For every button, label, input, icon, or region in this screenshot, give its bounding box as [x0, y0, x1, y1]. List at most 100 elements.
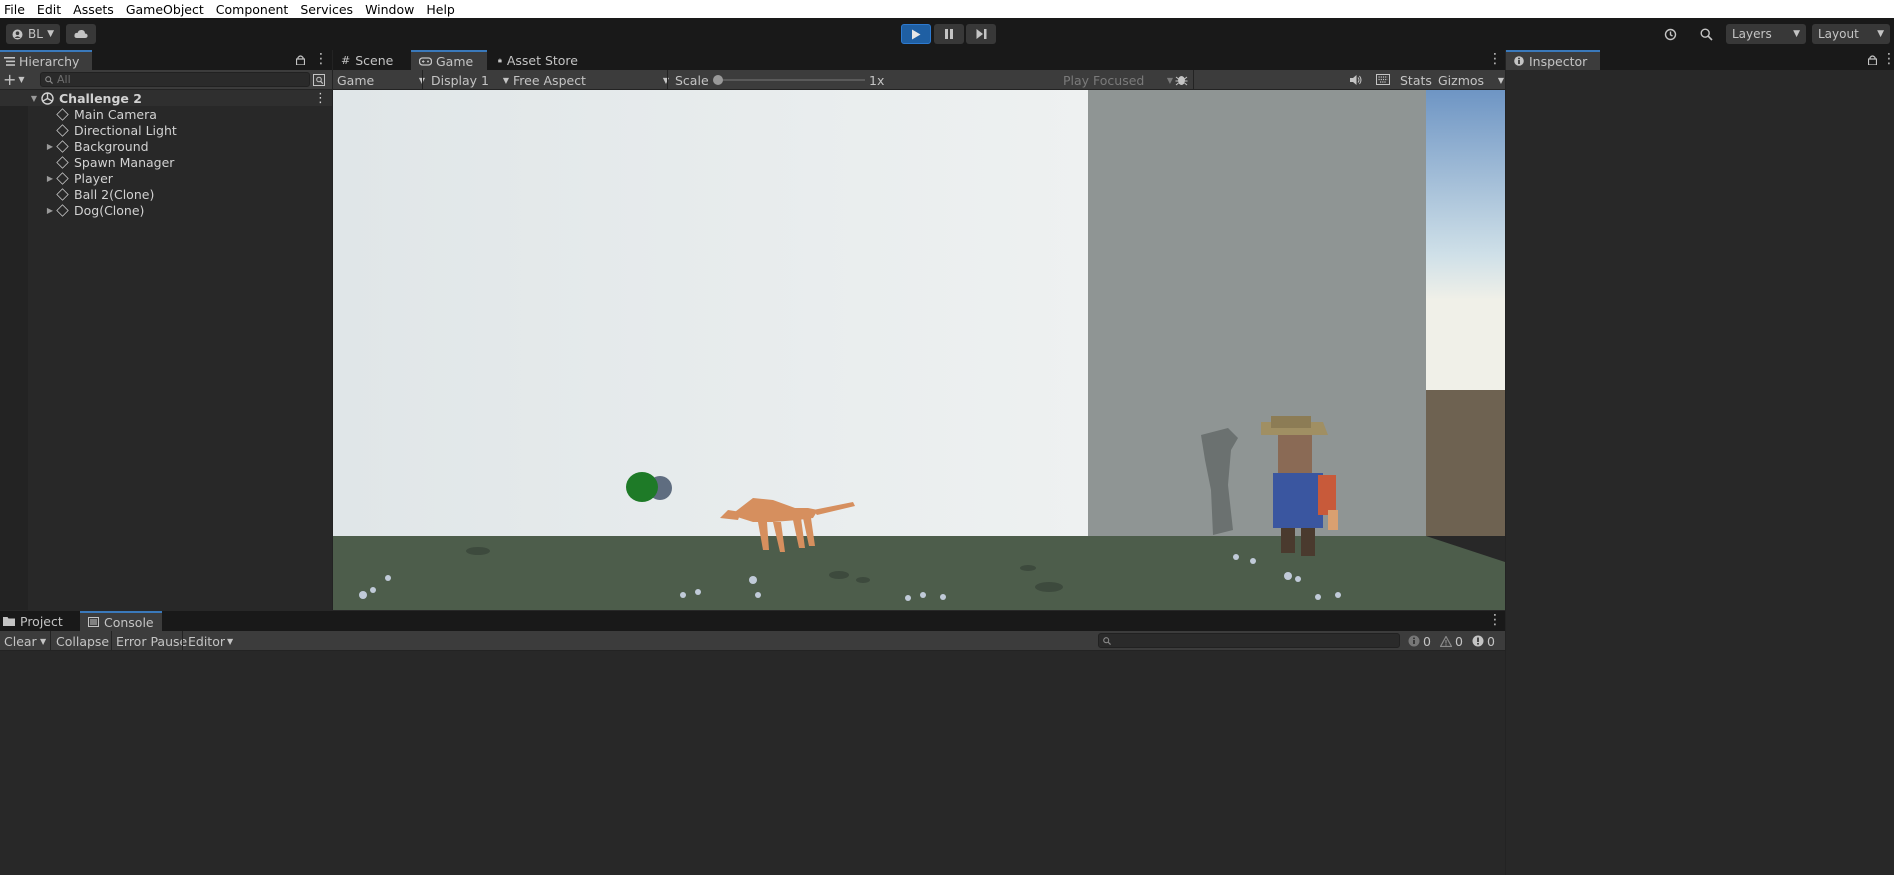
kebab-menu-icon[interactable]: ⋮ [314, 52, 328, 66]
hierarchy-toolbar: + ▼ All [0, 70, 332, 90]
gameobject-cube-icon [56, 123, 69, 137]
menu-file[interactable]: File [0, 2, 31, 17]
search-button[interactable] [1692, 24, 1720, 44]
tab-console[interactable]: Console [80, 611, 162, 631]
menu-help[interactable]: Help [420, 2, 461, 17]
warning-icon [1440, 635, 1452, 647]
create-add-button[interactable]: + ▼ [3, 70, 29, 89]
keyboard-shortcuts-icon[interactable] [1376, 74, 1390, 85]
inspector-header: Inspector ⋮ [1506, 50, 1894, 70]
hierarchy-item-directional-light[interactable]: Directional Light [0, 122, 332, 138]
account-label: BL [28, 27, 43, 41]
game-viewport[interactable] [333, 90, 1505, 610]
pause-button[interactable] [934, 24, 964, 44]
tab-game-label: Game [436, 53, 474, 69]
display-dropdown[interactable]: Display 1 ▼ [427, 72, 513, 88]
hierarchy-item-player[interactable]: ▶ Player [0, 170, 332, 186]
log-count-toggle[interactable]: 0 [1404, 633, 1435, 649]
menu-component[interactable]: Component [210, 2, 295, 17]
error-count-toggle[interactable]: 0 [1468, 633, 1499, 649]
hierarchy-item-ball-clone[interactable]: Ball 2(Clone) [0, 186, 332, 202]
warning-count-toggle[interactable]: 0 [1436, 633, 1467, 649]
clear-label: Clear [4, 633, 37, 649]
hierarchy-item-background[interactable]: ▶ Background [0, 138, 332, 154]
sky [1426, 90, 1505, 390]
search-icon [1103, 636, 1111, 645]
background-plane [333, 90, 1088, 536]
plus-icon: + [3, 69, 17, 89]
tab-game[interactable]: Game [411, 50, 487, 70]
account-dropdown[interactable]: BL ▼ [6, 24, 60, 44]
foldout-collapsed-icon[interactable]: ▶ [45, 174, 55, 183]
hierarchy-item-label: Ball 2(Clone) [74, 186, 155, 202]
lock-icon[interactable] [1868, 55, 1877, 65]
chevron-down-icon: ▼ [1166, 75, 1173, 85]
tab-hierarchy[interactable]: Hierarchy [0, 50, 92, 70]
wall-shadow [1088, 90, 1426, 536]
foldout-expanded-icon[interactable]: ▼ [29, 94, 39, 103]
unity-scene-icon [41, 91, 54, 105]
tab-asset-store[interactable]: Asset Store [490, 50, 586, 70]
layout-dropdown[interactable]: Layout ▼ [1812, 24, 1890, 44]
editor-dropdown[interactable]: Editor ▼ [184, 633, 237, 649]
tab-inspector[interactable]: Inspector [1506, 50, 1600, 70]
hierarchy-item-label: Directional Light [74, 122, 177, 138]
chevron-down-icon: ▼ [1877, 29, 1884, 39]
lock-icon[interactable] [296, 55, 305, 65]
audio-mute-icon[interactable] [1349, 74, 1362, 86]
gizmos-dropdown[interactable]: Gizmos ▼ [1434, 72, 1508, 88]
bottom-tabs-header: Project Console ⋮ [0, 611, 1505, 631]
error-icon [1472, 635, 1484, 647]
menu-window[interactable]: Window [359, 2, 420, 17]
clear-button[interactable]: Clear [0, 633, 41, 649]
cloud-button[interactable] [66, 24, 96, 44]
menu-gameobject[interactable]: GameObject [120, 2, 210, 17]
hierarchy-item-spawn-manager[interactable]: Spawn Manager [0, 154, 332, 170]
gamepad-icon [419, 56, 432, 66]
menu-edit[interactable]: Edit [31, 2, 67, 17]
hierarchy-panel: Hierarchy ⋮ + ▼ All ▼ Challenge 2 ⋮ Main… [0, 50, 332, 610]
play-button[interactable] [901, 24, 931, 44]
undo-history-button[interactable] [1656, 24, 1684, 44]
hierarchy-item-dog-clone[interactable]: ▶ Dog(Clone) [0, 202, 332, 218]
search-icon [1699, 27, 1713, 41]
layers-dropdown[interactable]: Layers ▼ [1726, 24, 1806, 44]
game-mode-label: Game [337, 72, 375, 88]
tab-scene[interactable]: # Scene [333, 50, 411, 70]
bug-icon[interactable] [1175, 74, 1188, 86]
game-mode-dropdown[interactable]: Game ▼ [333, 72, 429, 88]
console-search-field[interactable] [1098, 633, 1400, 648]
kebab-menu-icon[interactable]: ⋮ [314, 91, 327, 106]
play-icon [912, 29, 921, 39]
scene-search-icon[interactable] [313, 74, 325, 86]
aspect-dropdown[interactable]: Free Aspect ▼ [509, 72, 673, 88]
play-focused-dropdown[interactable]: Play Focused ▼ [1059, 72, 1177, 88]
menu-assets[interactable]: Assets [67, 2, 120, 17]
foldout-collapsed-icon[interactable]: ▶ [45, 142, 55, 151]
hierarchy-item-main-camera[interactable]: Main Camera [0, 106, 332, 122]
error-pause-toggle[interactable]: Error Pause [112, 633, 191, 649]
collapse-toggle[interactable]: Collapse [52, 633, 113, 649]
hierarchy-item-label: Background [74, 138, 149, 154]
scale-slider-thumb[interactable] [713, 75, 723, 85]
kebab-menu-icon[interactable]: ⋮ [1488, 52, 1502, 66]
account-icon [12, 29, 23, 39]
hierarchy-search-field[interactable]: All [40, 72, 310, 87]
stats-button[interactable]: Stats [1396, 72, 1436, 88]
foldout-collapsed-icon[interactable]: ▶ [45, 206, 55, 215]
step-button[interactable] [966, 24, 996, 44]
inspector-panel: Inspector ⋮ [1506, 50, 1894, 875]
scene-row[interactable]: ▼ Challenge 2 ⋮ [0, 90, 332, 106]
kebab-menu-icon[interactable]: ⋮ [1488, 613, 1502, 627]
search-icon [45, 75, 53, 84]
display-label: Display 1 [431, 72, 490, 88]
gameobject-cube-icon [56, 171, 69, 185]
toolbar-separator [50, 631, 51, 651]
clear-options-dropdown-icon[interactable]: ▼ [36, 633, 50, 649]
menu-services[interactable]: Services [294, 2, 359, 17]
inspector-tab-label: Inspector [1529, 53, 1588, 69]
toolbar-separator [182, 631, 183, 651]
kebab-menu-icon[interactable]: ⋮ [1882, 52, 1894, 66]
tab-project[interactable]: Project [0, 611, 80, 631]
scale-slider-track[interactable] [717, 79, 865, 81]
